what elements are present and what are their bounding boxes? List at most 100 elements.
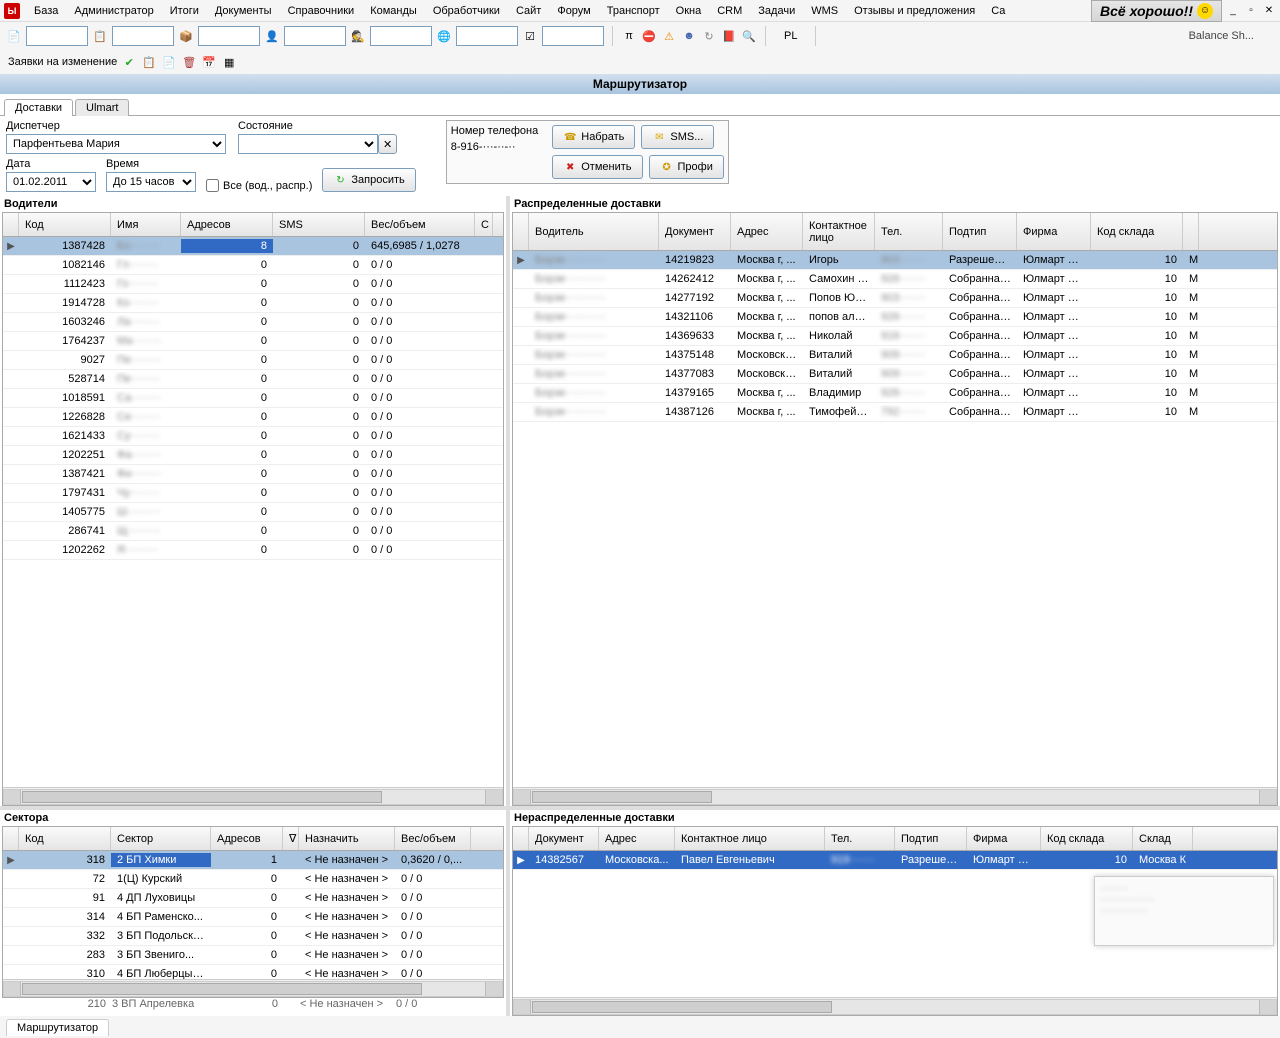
state-select[interactable] — [238, 134, 378, 154]
pi-icon[interactable]: π — [621, 28, 637, 44]
tab-deliveries[interactable]: Доставки — [4, 99, 73, 116]
table-row[interactable]: 1226828Се········000 / 0 — [3, 408, 503, 427]
drivers-grid[interactable]: Код Имя Адресов SMS Вес/объем С ▶1387428… — [2, 212, 504, 806]
restore-icon[interactable]: ▫ — [1244, 4, 1258, 18]
check-icon[interactable]: ☑ — [522, 28, 538, 44]
assigned-grid[interactable]: Водитель Документ Адрес Контактное лицо … — [512, 212, 1278, 806]
world-icon[interactable]: 🌐 — [436, 28, 452, 44]
all-checkbox[interactable]: Все (вод., распр.) — [206, 179, 312, 192]
table-row[interactable]: 3104 БП Люберцы Д...0< Не назначен >0 / … — [3, 965, 503, 979]
toolbar-input-1[interactable] — [26, 26, 88, 46]
call-button[interactable]: ☎Набрать — [552, 125, 635, 149]
table-row[interactable]: 3144 БП Раменско...0< Не назначен >0 / 0 — [3, 908, 503, 927]
table-row[interactable]: 9027Пе········000 / 0 — [3, 351, 503, 370]
unassigned-hscroll[interactable] — [513, 999, 1277, 1015]
list-icon[interactable]: 📋 — [92, 28, 108, 44]
profi-button[interactable]: ✪Профи — [649, 155, 724, 179]
state-clear-button[interactable]: ✕ — [378, 134, 397, 154]
menu-База[interactable]: База — [26, 2, 66, 20]
tab-ulmart[interactable]: Ulmart — [75, 99, 129, 116]
table-row[interactable]: 1387421Фи········000 / 0 — [3, 465, 503, 484]
menu-Документы[interactable]: Документы — [207, 2, 280, 20]
table-row[interactable]: Борзе···········14369633Москва г, ...Ник… — [513, 327, 1277, 346]
table-row[interactable]: 1764237Ма········000 / 0 — [3, 332, 503, 351]
noentry-icon[interactable]: ⛔ — [641, 28, 657, 44]
menu-Справочники[interactable]: Справочники — [280, 2, 363, 20]
doc2-icon[interactable]: 📄 — [161, 54, 177, 70]
table-row[interactable]: ▶1387428Бо········80645,6985 / 1,0278 — [3, 237, 503, 256]
table-row[interactable]: 1202251Фа········000 / 0 — [3, 446, 503, 465]
table-row[interactable]: Борзе···········14277192Москва г, ...Поп… — [513, 289, 1277, 308]
sectors-hscroll[interactable] — [3, 981, 503, 997]
search-icon[interactable]: 🔍 — [741, 28, 757, 44]
menu-Отзывы и предложения[interactable]: Отзывы и предложения — [846, 2, 983, 20]
user-icon[interactable]: 👤 — [264, 28, 280, 44]
balance-label[interactable]: Balance Sh... — [1189, 30, 1274, 42]
toolbar-input-7[interactable] — [542, 26, 604, 46]
date-select[interactable]: 01.02.2011 — [6, 172, 96, 192]
menu-Форум[interactable]: Форум — [549, 2, 598, 20]
menu-Задачи[interactable]: Задачи — [750, 2, 803, 20]
table-row[interactable]: 1603246Ла········000 / 0 — [3, 313, 503, 332]
table-row[interactable]: 1797431Чу········000 / 0 — [3, 484, 503, 503]
sms-button[interactable]: ✉SMS... — [641, 125, 714, 149]
table-row[interactable]: 1202262Я·········000 / 0 — [3, 541, 503, 560]
table-row[interactable]: 1018591Са········000 / 0 — [3, 389, 503, 408]
status-tab[interactable]: Маршрутизатор — [6, 1019, 109, 1036]
menu-WMS[interactable]: WMS — [803, 2, 846, 20]
trash-icon[interactable]: 🗑 — [181, 54, 197, 70]
table-row[interactable]: ▶Борзе···········14219823Москва г, ...Иг… — [513, 251, 1277, 270]
menu-Сайт[interactable]: Сайт — [508, 2, 549, 20]
toolbar-input-6[interactable] — [456, 26, 518, 46]
grid-icon[interactable]: ▦ — [221, 54, 237, 70]
table-row[interactable]: 1914728Ко········000 / 0 — [3, 294, 503, 313]
menu-Итоги[interactable]: Итоги — [162, 2, 207, 20]
pl-label[interactable]: PL — [774, 30, 807, 42]
menu-Транспорт[interactable]: Транспорт — [599, 2, 668, 20]
minimize-icon[interactable]: _ — [1226, 4, 1240, 18]
table-row[interactable]: 1082146Гл········000 / 0 — [3, 256, 503, 275]
menu-Обработчики[interactable]: Обработчики — [425, 2, 508, 20]
toolbar-input-2[interactable] — [112, 26, 174, 46]
box-icon[interactable]: 📦 — [178, 28, 194, 44]
table-row[interactable]: Борзе···········14262412Москва г, ...Сам… — [513, 270, 1277, 289]
table-row[interactable]: 914 ДП Луховицы0< Не назначен >0 / 0 — [3, 889, 503, 908]
menu-Са[interactable]: Са — [983, 2, 1013, 20]
sectors-grid[interactable]: Код Сектор Адресов ∇ Назначить Вес/объем… — [2, 826, 504, 998]
toolbar-input-5[interactable] — [370, 26, 432, 46]
table-row[interactable]: Борзе···········14321106Москва г, ...поп… — [513, 308, 1277, 327]
table-row[interactable]: 1112423Го········000 / 0 — [3, 275, 503, 294]
table-row[interactable]: ▶3182 БП Химки1< Не назначен >0,3620 / 0… — [3, 851, 503, 870]
table-row[interactable]: 721(Ц) Курский0< Не назначен >0 / 0 — [3, 870, 503, 889]
book-icon[interactable]: 📕 — [721, 28, 737, 44]
table-row[interactable]: ▶14382567Московска...Павел Евгеньевич919… — [513, 851, 1277, 870]
table-row[interactable]: 286741Щ·········000 / 0 — [3, 522, 503, 541]
time-select[interactable]: До 15 часов — [106, 172, 196, 192]
table-row[interactable]: Борзе···········14379165Москва г, ...Вла… — [513, 384, 1277, 403]
table-row[interactable]: 3323 БП Подольск ...0< Не назначен >0 / … — [3, 927, 503, 946]
request-button[interactable]: ↻Запросить — [322, 168, 415, 192]
table-row[interactable]: 2833 БП Звениго...0< Не назначен >0 / 0 — [3, 946, 503, 965]
toolbar-input-4[interactable] — [284, 26, 346, 46]
close-icon[interactable]: ✕ — [1262, 4, 1276, 18]
table-row[interactable]: Борзе···········14375148Московска...Вита… — [513, 346, 1277, 365]
dispatcher-select[interactable]: Парфентьева Мария — [6, 134, 226, 154]
refresh-icon[interactable]: ↻ — [701, 28, 717, 44]
table-row[interactable]: 1405775Ш·········000 / 0 — [3, 503, 503, 522]
table-row[interactable]: 528714Пе········000 / 0 — [3, 370, 503, 389]
doc-icon[interactable]: 📄 — [6, 28, 22, 44]
approve-icon[interactable]: ✔ — [121, 54, 137, 70]
menu-Администратор[interactable]: Администратор — [66, 2, 161, 20]
agent-icon[interactable]: 🕵 — [350, 28, 366, 44]
menu-Команды[interactable]: Команды — [362, 2, 425, 20]
mask-icon[interactable]: ☻ — [681, 28, 697, 44]
menu-CRM[interactable]: CRM — [709, 2, 750, 20]
warn-icon[interactable]: ⚠ — [661, 28, 677, 44]
drivers-hscroll[interactable] — [3, 789, 503, 805]
cancel-button[interactable]: ✖Отменить — [552, 155, 642, 179]
list2-icon[interactable]: 📋 — [141, 54, 157, 70]
assigned-hscroll[interactable] — [513, 789, 1277, 805]
calendar-icon[interactable]: 📅 — [201, 54, 217, 70]
table-row[interactable]: Борзе···········14387126Москва г, ...Тим… — [513, 403, 1277, 422]
menu-Окна[interactable]: Окна — [668, 2, 710, 20]
